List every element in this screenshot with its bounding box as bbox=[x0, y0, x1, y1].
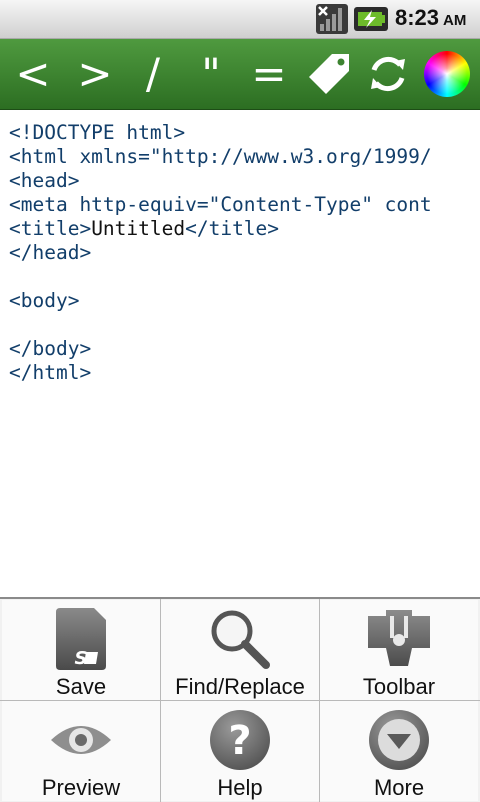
menu-item-more[interactable]: More bbox=[320, 701, 478, 801]
clock-ampm: AM bbox=[443, 12, 467, 29]
code-line: <head> bbox=[9, 169, 80, 192]
quote-label: " bbox=[201, 49, 221, 98]
options-menu: S Save Find/Replace Toolbar Preview ? He… bbox=[0, 597, 480, 802]
eye-icon bbox=[51, 726, 111, 754]
code-line-title: <title>Untitled</title> bbox=[9, 217, 432, 241]
menu-item-preview[interactable]: Preview bbox=[2, 701, 160, 801]
more-icon bbox=[369, 710, 429, 770]
tag-button[interactable] bbox=[304, 39, 354, 109]
insert-greater-than-button[interactable]: > bbox=[72, 39, 118, 109]
refresh-button[interactable] bbox=[364, 39, 412, 109]
code-text[interactable]: <!DOCTYPE html> <html xmlns="http://www.w… bbox=[9, 121, 432, 385]
title-open-tag: <title> bbox=[9, 217, 92, 240]
slash-label: / bbox=[145, 49, 161, 98]
insert-quote-button[interactable]: " bbox=[188, 39, 234, 109]
menu-label-more: More bbox=[373, 775, 425, 800]
menu-item-save[interactable]: S Save bbox=[2, 600, 160, 700]
code-editor[interactable]: <!DOCTYPE html> <html xmlns="http://www.w… bbox=[0, 110, 480, 600]
menu-label-help: Help bbox=[217, 775, 263, 800]
clock: 8:23 AM bbox=[395, 5, 466, 31]
insert-less-than-button[interactable]: < bbox=[10, 39, 56, 109]
tag-icon bbox=[309, 54, 349, 94]
menu-label-preview: Preview bbox=[41, 775, 121, 800]
code-line: <!DOCTYPE html> bbox=[9, 121, 186, 144]
menu-item-help[interactable]: ? Help bbox=[161, 701, 319, 801]
color-wheel-icon bbox=[424, 51, 470, 97]
clock-time: 8:23 bbox=[395, 5, 440, 30]
toolbar-icon bbox=[368, 610, 430, 666]
menu-label-save: Save bbox=[55, 674, 107, 699]
magnifier-icon bbox=[211, 610, 270, 669]
code-line: </head> bbox=[9, 241, 92, 264]
refresh-icon bbox=[371, 56, 405, 92]
code-line: </body> bbox=[9, 337, 92, 360]
less-than-label: < bbox=[15, 49, 51, 98]
code-line: <html xmlns="http://www.w3.org/1999/ bbox=[9, 145, 432, 168]
title-close-tag: </title> bbox=[185, 217, 280, 240]
signal-icon bbox=[316, 4, 348, 34]
menu-label-toolbar: Toolbar bbox=[362, 674, 436, 699]
menu-label-find-replace: Find/Replace bbox=[175, 674, 305, 699]
insert-slash-button[interactable]: / bbox=[130, 39, 176, 109]
svg-text:?: ? bbox=[228, 718, 251, 764]
tag-toolbar: < > / " = bbox=[0, 39, 480, 110]
status-bar: 8:23 AM bbox=[0, 0, 480, 39]
insert-equals-button[interactable]: = bbox=[246, 39, 292, 109]
color-picker-button[interactable] bbox=[420, 39, 474, 109]
title-text: Untitled bbox=[91, 217, 186, 240]
code-line: <body> bbox=[9, 289, 80, 312]
sd-card-icon: S bbox=[56, 608, 106, 670]
help-icon: ? bbox=[210, 710, 270, 770]
menu-item-find-replace[interactable]: Find/Replace bbox=[161, 600, 319, 700]
code-line: <meta http-equiv="Content-Type" cont bbox=[9, 193, 432, 216]
greater-than-label: > bbox=[77, 49, 113, 98]
code-line: </html> bbox=[9, 361, 92, 384]
battery-charging-icon bbox=[354, 7, 388, 31]
equals-label: = bbox=[251, 49, 287, 98]
menu-item-toolbar[interactable]: Toolbar bbox=[320, 600, 478, 700]
